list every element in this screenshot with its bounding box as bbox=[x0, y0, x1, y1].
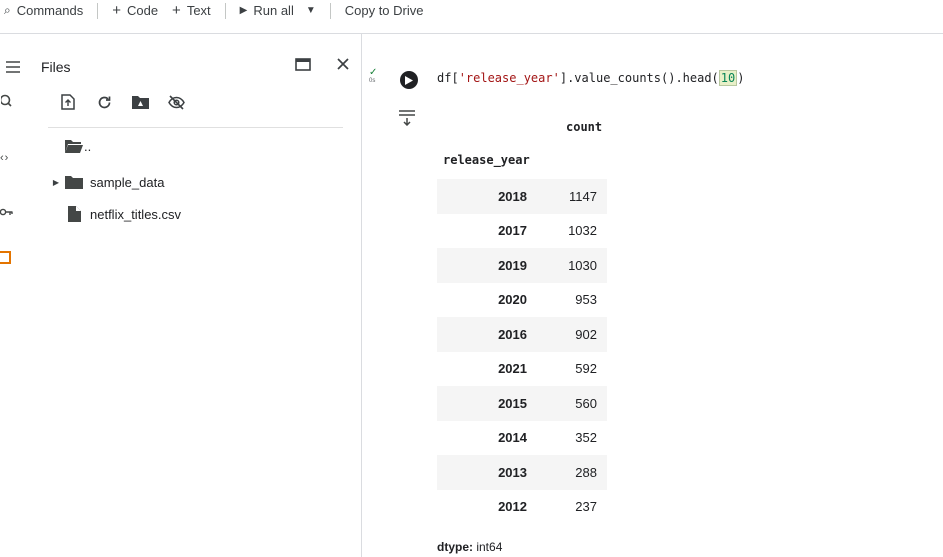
files-panel-title: Files bbox=[41, 59, 71, 75]
cell-execution-status: ✓ 0s bbox=[369, 68, 381, 86]
folder-icon[interactable] bbox=[0, 246, 26, 268]
copy-to-drive-label: Copy to Drive bbox=[344, 3, 424, 18]
row-index: 2021 bbox=[498, 361, 527, 377]
secrets-key-icon[interactable] bbox=[0, 201, 26, 223]
run-cell-button[interactable] bbox=[400, 71, 418, 89]
plus-icon: + bbox=[172, 2, 181, 19]
table-row: 2016 902 bbox=[437, 317, 607, 352]
mount-drive-icon[interactable] bbox=[130, 92, 150, 112]
column-header-count: count bbox=[566, 120, 603, 134]
add-text-button[interactable]: + Text bbox=[172, 0, 211, 27]
code-label: Code bbox=[126, 3, 159, 18]
table-row: 2019 1030 bbox=[437, 248, 607, 283]
play-icon: ▶ bbox=[239, 5, 248, 16]
upload-icon[interactable] bbox=[58, 92, 78, 112]
table-row: 2018 1147 bbox=[437, 179, 607, 214]
code-string-literal: 'release_year' bbox=[458, 71, 560, 85]
tree-item-label: netflix_titles.csv bbox=[90, 206, 182, 222]
row-index: 2019 bbox=[498, 257, 527, 273]
table-row: 2014 352 bbox=[437, 421, 607, 456]
row-value: 1030 bbox=[568, 257, 597, 273]
tree-item-label: sample_data bbox=[90, 174, 165, 190]
table-of-contents-icon[interactable] bbox=[0, 56, 26, 78]
row-value: 1147 bbox=[569, 188, 597, 204]
output-actions-icon[interactable] bbox=[398, 110, 418, 128]
toolbar-divider bbox=[224, 2, 226, 19]
open-in-tab-icon[interactable] bbox=[293, 54, 313, 74]
dtype-label: dtype: bbox=[437, 540, 473, 554]
plus-icon: + bbox=[112, 2, 121, 19]
copy-to-drive-button[interactable]: Copy to Drive bbox=[345, 0, 424, 27]
chevron-down-icon: ▼ bbox=[305, 5, 316, 16]
code-token: ) bbox=[737, 71, 745, 85]
code-number-literal: 10 bbox=[718, 70, 738, 86]
play-icon bbox=[405, 75, 413, 85]
row-value: 953 bbox=[575, 292, 597, 308]
row-index: 2013 bbox=[498, 464, 527, 480]
row-value: 352 bbox=[575, 430, 597, 446]
add-code-button[interactable]: + Code bbox=[112, 0, 158, 27]
row-value: 237 bbox=[575, 499, 597, 515]
dataframe-rows: 2018 1147 2017 1032 2019 1030 2020 953 2016 9… bbox=[437, 179, 607, 524]
run-all-dropdown[interactable]: ▼ bbox=[306, 0, 316, 27]
row-index: 2012 bbox=[498, 499, 527, 515]
row-index: 2015 bbox=[498, 395, 527, 411]
row-index: 2018 bbox=[498, 188, 527, 204]
toolbar-divider bbox=[97, 2, 99, 19]
table-row: 2012 237 bbox=[437, 490, 607, 525]
files-panel: ‹› Files .. ▶ sample_data netflix_titles… bbox=[0, 34, 362, 557]
table-row: 2015 560 bbox=[437, 386, 607, 421]
tree-item-netflix-titles[interactable]: netflix_titles.csv bbox=[48, 203, 181, 225]
folder-open-icon bbox=[64, 138, 84, 154]
row-value: 592 bbox=[575, 361, 597, 377]
tree-item-label: .. bbox=[84, 138, 92, 154]
row-value: 902 bbox=[575, 326, 597, 342]
execution-time: 0s bbox=[369, 78, 376, 84]
row-value: 288 bbox=[575, 464, 597, 480]
refresh-icon[interactable] bbox=[94, 92, 114, 112]
find-replace-icon[interactable] bbox=[0, 90, 26, 112]
table-row: 2020 953 bbox=[437, 283, 607, 318]
tree-item-parent[interactable]: .. bbox=[48, 135, 91, 157]
toolbar-divider bbox=[329, 2, 331, 19]
hidden-files-icon[interactable] bbox=[166, 92, 186, 112]
dtype-value: int64 bbox=[476, 540, 503, 554]
files-actions bbox=[58, 92, 186, 112]
dtype-footer: dtype: int64 bbox=[437, 540, 502, 554]
row-index: 2016 bbox=[498, 326, 527, 342]
search-icon: ⌕ bbox=[4, 3, 11, 17]
row-value: 560 bbox=[575, 395, 597, 411]
code-token: df[ bbox=[437, 71, 459, 85]
text-label: Text bbox=[186, 3, 211, 18]
commands-label: Commands bbox=[16, 3, 84, 18]
row-value: 1032 bbox=[568, 223, 597, 239]
index-name-header: release_year bbox=[443, 153, 530, 167]
table-row: 2017 1032 bbox=[437, 214, 607, 249]
tree-item-sample-data[interactable]: ▶ sample_data bbox=[48, 171, 165, 193]
commands-button[interactable]: ⌕ Commands bbox=[4, 0, 83, 27]
notebook-toolbar: ⌕ Commands + Code + Text ▶ Run all ▼ Cop… bbox=[0, 0, 943, 34]
code-editor[interactable]: df['release_year'].value_counts().head(1… bbox=[437, 70, 745, 86]
row-index: 2020 bbox=[498, 292, 527, 308]
table-row: 2013 288 bbox=[437, 455, 607, 490]
file-icon bbox=[64, 206, 84, 222]
run-all-button[interactable]: ▶ Run all bbox=[240, 0, 294, 27]
run-all-label: Run all bbox=[253, 3, 294, 18]
row-index: 2014 bbox=[498, 430, 527, 446]
row-index: 2017 bbox=[498, 223, 527, 239]
code-token: ].value_counts().head( bbox=[559, 71, 719, 85]
files-divider bbox=[48, 127, 343, 128]
code-snippets-icon[interactable]: ‹› bbox=[0, 147, 26, 169]
close-icon[interactable] bbox=[333, 54, 353, 74]
chevron-right-icon[interactable]: ▶ bbox=[48, 178, 64, 187]
folder-icon bbox=[64, 174, 84, 190]
table-row: 2021 592 bbox=[437, 352, 607, 387]
